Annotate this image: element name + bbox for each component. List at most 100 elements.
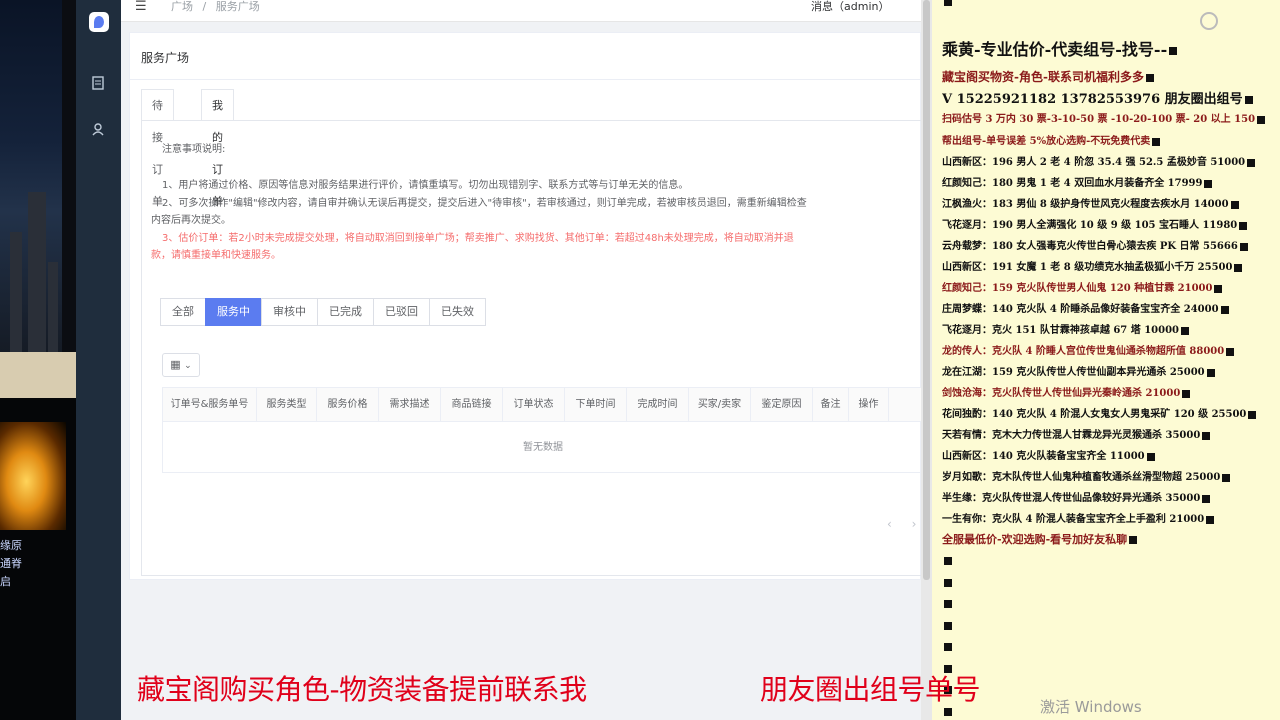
bullet-mark xyxy=(944,622,952,630)
promo-line-text: 飞花逐月：克火 151 队甘霖神孩卓越 67 塔 10000 xyxy=(942,325,1179,336)
promo-line-text: 岁月如歌：克木队传世人仙鬼种植畜牧通杀丝滑型物超 25000 xyxy=(942,472,1221,483)
tab-pending-orders[interactable]: 待接订单 xyxy=(141,89,174,208)
bullet-mark xyxy=(1181,326,1189,335)
notice-item-warning: 款，请慎重接单和快速服务。 xyxy=(151,250,281,261)
chevron-down-icon: ⌄ xyxy=(184,361,192,371)
column-header[interactable]: 操作 xyxy=(849,388,889,422)
promo-line-text: 红颜知己：180 男鬼 1 老 4 双回血水月装备齐全 17999 xyxy=(942,178,1203,189)
top-navbar: ☰ 广场 / 服务广场 消息（admin） xyxy=(121,0,921,22)
breadcrumb-separator: / xyxy=(202,0,207,13)
tab-my-orders[interactable]: 我的订单 xyxy=(201,89,234,208)
user-icon[interactable] xyxy=(88,122,108,142)
document-icon[interactable] xyxy=(88,76,108,96)
column-header[interactable]: 买家/卖家 xyxy=(689,388,751,422)
vertical-scrollbar[interactable] xyxy=(921,0,932,720)
promo-line-text: 红颜知己：159 克火队传世男人仙鬼 120 种植甘霖 21000 xyxy=(942,283,1213,294)
filter-reviewing-button[interactable]: 审核中 xyxy=(261,298,318,326)
column-header[interactable]: 商品链接 xyxy=(441,388,503,422)
column-header[interactable]: 下单时间 xyxy=(565,388,627,422)
promo-line: 剑蚀沧海：克火队传世人传世仙异光秦岭通杀 21000 xyxy=(942,384,1278,399)
promo-line: 半生缘：克火队传世混人传世仙品像较好异光通杀 35000 xyxy=(942,489,1278,504)
divider xyxy=(130,79,922,80)
bullet-mark xyxy=(944,600,952,608)
promo-line-text: 帮出组号-单号误差 5%放心选购-不玩免费代卖 xyxy=(942,136,1151,147)
tab-pane: 注意事项说明: 1、用户将通过价格、原因等信息对服务结果进行评价，请慎重填写。切… xyxy=(141,120,923,576)
next-page-button[interactable]: › xyxy=(912,517,917,531)
promo-line-text: 剑蚀沧海：克火队传世人传世仙异光秦岭通杀 21000 xyxy=(942,388,1181,399)
column-header[interactable]: 完成时间 xyxy=(627,388,689,422)
orders-table: 订单号&服务单号 服务类型 服务价格 需求描述 商品链接 订单状态 下单时间 完… xyxy=(162,387,923,473)
menu-toggle-icon[interactable]: ☰ xyxy=(135,0,147,14)
admin-app: ☰ 广场 / 服务广场 消息（admin） 服务广场 待接订单 我的订单 注意事… xyxy=(76,0,932,720)
column-header[interactable]: 订单号&服务单号 xyxy=(163,388,257,422)
filter-completed-button[interactable]: 已完成 xyxy=(317,298,374,326)
promo-line: 山西新区：140 克火队装备宝宝齐全 11000 xyxy=(942,447,1278,462)
sidebar xyxy=(76,0,121,720)
promo-line-text: 庄周梦蝶：140 克火队 4 阶睡杀品像好装备宝宝齐全 24000 xyxy=(942,304,1219,315)
promo-line: 红颜知己：159 克火队传世男人仙鬼 120 种植甘霖 21000 xyxy=(942,279,1278,294)
app-logo[interactable] xyxy=(89,12,109,32)
filter-rejected-button[interactable]: 已驳回 xyxy=(373,298,430,326)
promo-line: 江枫渔火：183 男仙 8 级护身传世风克火程度去疾水月 14000 xyxy=(942,195,1278,210)
status-filter-group: 全部 服务中 审核中 已完成 已驳回 已失效 xyxy=(160,298,486,326)
bullet-mark xyxy=(1230,200,1239,209)
promo-line: V 15225921182 13782553976 朋友圈出组号 xyxy=(942,88,1278,107)
promo-line-text: 扫码估号 3 万内 30 票-3-10-50 票 -10-20-100 票- 2… xyxy=(942,114,1256,125)
column-header[interactable]: 订单状态 xyxy=(503,388,565,422)
scrollbar-thumb[interactable] xyxy=(923,0,930,580)
game-scene-image xyxy=(0,0,62,352)
promo-line: 山西新区：191 女魔 1 老 8 级功绩克水抽孟极狐小千万 25500 xyxy=(942,258,1278,273)
left-game-window: 缘原 通脊 启 xyxy=(0,0,76,720)
promo-line: 藏宝阁买物资-角色-联系司机福利多多 xyxy=(942,68,1278,85)
column-header[interactable]: 需求描述 xyxy=(379,388,441,422)
filter-expired-button[interactable]: 已失效 xyxy=(429,298,486,326)
column-header[interactable]: 备注 xyxy=(813,388,849,422)
promo-line: 龙在江湖：159 克火队传世人传世仙副本异光通杀 25000 xyxy=(942,363,1278,378)
bullet-mark xyxy=(1204,179,1213,188)
promo-line-text: 山西新区：191 女魔 1 老 8 级功绩克水抽孟极狐小千万 25500 xyxy=(942,262,1233,273)
breadcrumb-home[interactable]: 广场 xyxy=(171,0,193,13)
promo-line-text: 花间独酌：140 克火队 4 阶混人女鬼女人男鬼采矿 120 级 25500 xyxy=(942,409,1247,420)
bullet-mark xyxy=(1226,347,1235,356)
bullet-mark xyxy=(1248,410,1257,419)
promo-line: 一生有你：克火队 4 阶混人装备宝宝齐全上手盈利 21000 xyxy=(942,510,1278,525)
bullet-mark xyxy=(1244,95,1253,104)
column-settings-button[interactable]: ▦ ⌄ xyxy=(162,353,200,377)
promo-line-text: 龙在江湖：159 克火队传世人传世仙副本异光通杀 25000 xyxy=(942,367,1205,378)
screen: 缘原 通脊 启 ☰ 广场 / 服务广场 消息（admin） 服务广场 待接订单 … xyxy=(0,0,1280,720)
promo-line: 帮出组号-单号误差 5%放心选购-不玩免费代卖 xyxy=(942,132,1278,147)
bullet-mark xyxy=(944,643,952,651)
column-header[interactable]: 服务类型 xyxy=(257,388,317,422)
bullet-mark xyxy=(1129,536,1138,544)
main-content: ☰ 广场 / 服务广场 消息（admin） 服务广场 待接订单 我的订单 注意事… xyxy=(121,0,932,720)
promo-line: 庄周梦蝶：140 克火队 4 阶睡杀品像好装备宝宝齐全 24000 xyxy=(942,300,1278,315)
column-header[interactable]: 鉴定原因 xyxy=(751,388,813,422)
promo-line: 岁月如歌：克木队传世人仙鬼种植畜牧通杀丝滑型物超 25000 xyxy=(942,468,1278,483)
column-header[interactable]: 服务价格 xyxy=(317,388,379,422)
record-indicator-icon xyxy=(1200,12,1218,30)
service-plaza-card: 服务广场 待接订单 我的订单 注意事项说明: 1、用户将通过价格、原因等信息对服… xyxy=(129,32,923,580)
game-text-line: 缘原 xyxy=(0,539,22,552)
bullet-mark xyxy=(1169,46,1178,55)
prev-page-button[interactable]: ‹ xyxy=(887,517,892,531)
user-menu[interactable]: 消息（admin） xyxy=(811,0,889,14)
bullet-mark xyxy=(1146,452,1155,461)
overlay-caption-left: 藏宝阁购买角色-物资装备提前联系我 xyxy=(137,673,587,706)
promo-line-text: 江枫渔火：183 男仙 8 级护身传世风克火程度去疾水月 14000 xyxy=(942,199,1229,210)
breadcrumb-current: 服务广场 xyxy=(215,0,260,13)
promo-panel: 乘黄-专业估价-代卖组号-找号-- 藏宝阁买物资-角色-联系司机福利多多 V 152… xyxy=(932,0,1280,720)
table-header: 订单号&服务单号 服务类型 服务价格 需求描述 商品链接 订单状态 下单时间 完… xyxy=(163,388,923,422)
promo-line-text: 半生缘：克火队传世混人传世仙品像较好异光通杀 35000 xyxy=(942,493,1201,504)
windows-activation-watermark: 激活 Windows xyxy=(1040,698,1142,716)
bullet-mark xyxy=(1239,221,1248,230)
bullet-mark xyxy=(1220,305,1229,314)
filter-in-service-button[interactable]: 服务中 xyxy=(205,298,262,326)
filter-all-button[interactable]: 全部 xyxy=(160,298,206,326)
promo-line: 天若有情：克木大力传世混人甘霖龙异光灵猴通杀 35000 xyxy=(942,426,1278,441)
promo-line: 全服最低价-欢迎选购-看号加好友私聊 xyxy=(942,531,1278,547)
promo-line-text: 云舟载梦：180 女人强毒克火传世白骨心猿去疾 PK 日常 55666 xyxy=(942,241,1238,252)
promo-line: 云舟载梦：180 女人强毒克火传世白骨心猿去疾 PK 日常 55666 xyxy=(942,237,1278,252)
promo-line: 飞花逐月：克火 151 队甘霖神孩卓越 67 塔 10000 xyxy=(942,321,1278,336)
bullet-mark xyxy=(1239,242,1248,251)
promo-line-text: 一生有你：克火队 4 阶混人装备宝宝齐全上手盈利 21000 xyxy=(942,514,1205,525)
